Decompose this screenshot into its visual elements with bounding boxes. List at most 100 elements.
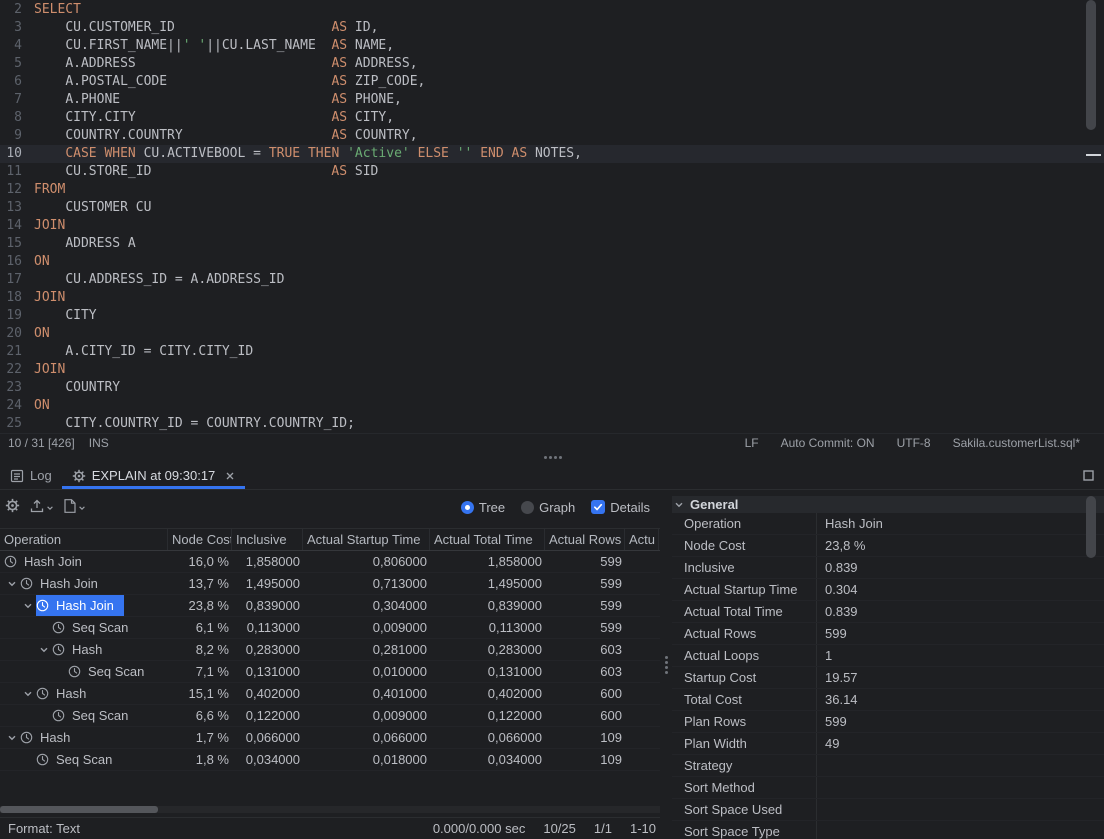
property-row[interactable]: Startup Cost19.57: [672, 667, 1104, 689]
chevron-down-icon[interactable]: [20, 689, 36, 699]
property-row[interactable]: Actual Startup Time0.304: [672, 579, 1104, 601]
property-row[interactable]: Inclusive0.839: [672, 557, 1104, 579]
line-ending[interactable]: LF: [745, 436, 759, 450]
plan-row[interactable]: Hash8,2 %0,2830000,2810000,283000603: [0, 639, 660, 661]
property-value: Hash Join: [816, 513, 1104, 534]
plan-row[interactable]: Hash Join13,7 %1,4950000,7130001,4950005…: [0, 573, 660, 595]
panel-splitter-horizontal[interactable]: [0, 452, 1104, 462]
tab-explain[interactable]: EXPLAIN at 09:30:17: [62, 462, 246, 489]
plan-row[interactable]: Seq Scan6,6 %0,1220000,0090000,122000600: [0, 705, 660, 727]
code-line[interactable]: 9 COUNTRY.COUNTRY AS COUNTRY,: [0, 127, 1104, 145]
editor-scrollbar-thumb[interactable]: [1086, 0, 1096, 130]
column-header[interactable]: Actual Total Time: [430, 529, 545, 550]
close-icon[interactable]: [225, 471, 235, 481]
property-row[interactable]: Sort Space Type: [672, 821, 1104, 839]
code-line[interactable]: 8 CITY.CITY AS CITY,: [0, 109, 1104, 127]
plan-cell: 0,010000: [303, 664, 430, 679]
code-line[interactable]: 4 CU.FIRST_NAME||' '||CU.LAST_NAME AS NA…: [0, 37, 1104, 55]
column-header[interactable]: Actu: [625, 529, 659, 550]
code-line[interactable]: 14JOIN: [0, 217, 1104, 235]
code-line[interactable]: 22JOIN: [0, 361, 1104, 379]
column-header[interactable]: Actual Startup Time: [303, 529, 430, 550]
chevron-down-icon[interactable]: [4, 733, 20, 743]
fetch-count: 10/25: [543, 821, 576, 836]
panel-splitter-vertical[interactable]: [660, 490, 672, 839]
column-header[interactable]: Operation: [0, 529, 168, 550]
code-line[interactable]: 12FROM: [0, 181, 1104, 199]
property-row[interactable]: Node Cost23,8 %: [672, 535, 1104, 557]
property-row[interactable]: Actual Total Time0.839: [672, 601, 1104, 623]
chevron-down-icon[interactable]: [20, 601, 36, 611]
properties-scrollbar[interactable]: [1086, 496, 1096, 558]
tab-log[interactable]: Log: [0, 462, 62, 489]
save-plan-button[interactable]: [64, 499, 86, 516]
chevron-down-icon[interactable]: [36, 645, 52, 655]
plan-hscrollbar-thumb[interactable]: [0, 806, 158, 813]
plan-cell: 0,401000: [303, 686, 430, 701]
property-value: [816, 777, 1104, 798]
plan-cell: 7,1 %: [168, 664, 232, 679]
code-line[interactable]: 20ON: [0, 325, 1104, 343]
property-row[interactable]: Sort Space Used: [672, 799, 1104, 821]
properties-section-header[interactable]: General: [672, 496, 1104, 513]
properties-scrollbar-thumb[interactable]: [1086, 496, 1096, 558]
maximize-panel-icon[interactable]: [1083, 462, 1094, 489]
plan-row[interactable]: Seq Scan6,1 %0,1130000,0090000,113000599: [0, 617, 660, 639]
code-line[interactable]: 16ON: [0, 253, 1104, 271]
chevron-down-icon[interactable]: [4, 579, 20, 589]
line-number: 22: [0, 361, 34, 379]
code-line[interactable]: 25 CITY.COUNTRY_ID = COUNTRY.COUNTRY_ID;: [0, 415, 1104, 433]
code-line[interactable]: 15 ADDRESS A: [0, 235, 1104, 253]
code-line[interactable]: 21 A.CITY_ID = CITY.CITY_ID: [0, 343, 1104, 361]
plan-cell: 0,402000: [232, 686, 303, 701]
column-header[interactable]: Inclusive: [232, 529, 303, 550]
property-row[interactable]: Actual Rows599: [672, 623, 1104, 645]
line-number: 21: [0, 343, 34, 361]
plan-row[interactable]: Hash Join23,8 %0,8390000,3040000,8390005…: [0, 595, 660, 617]
encoding[interactable]: UTF-8: [897, 436, 931, 450]
property-row[interactable]: Plan Width49: [672, 733, 1104, 755]
tree-view-radio[interactable]: Tree: [461, 500, 505, 515]
property-row[interactable]: Plan Rows599: [672, 711, 1104, 733]
code-line[interactable]: 23 COUNTRY: [0, 379, 1104, 397]
settings-button[interactable]: [5, 498, 20, 516]
column-header[interactable]: Actual Rows: [545, 529, 625, 550]
property-row[interactable]: Actual Loops1: [672, 645, 1104, 667]
graph-view-radio[interactable]: Graph: [521, 500, 575, 515]
details-checkbox[interactable]: Details: [591, 500, 650, 515]
auto-commit-status[interactable]: Auto Commit: ON: [781, 436, 875, 450]
code-line[interactable]: 19 CITY: [0, 307, 1104, 325]
plan-row[interactable]: Seq Scan1,8 %0,0340000,0180000,034000109: [0, 749, 660, 771]
chevron-down-icon: [46, 500, 54, 515]
plan-row[interactable]: Hash Join16,0 %1,8580000,8060001,8580005…: [0, 551, 660, 573]
plan-row[interactable]: Seq Scan7,1 %0,1310000,0100000,131000603: [0, 661, 660, 683]
plan-cell: 8,2 %: [168, 642, 232, 657]
code-line[interactable]: 2SELECT: [0, 1, 1104, 19]
plan-row[interactable]: Hash1,7 %0,0660000,0660000,066000109: [0, 727, 660, 749]
column-header[interactable]: Node Cost: [168, 529, 232, 550]
code-line[interactable]: 18JOIN: [0, 289, 1104, 307]
code-line[interactable]: 6 A.POSTAL_CODE AS ZIP_CODE,: [0, 73, 1104, 91]
property-row[interactable]: Strategy: [672, 755, 1104, 777]
code-line[interactable]: 11 CU.STORE_ID AS SID: [0, 163, 1104, 181]
code-line[interactable]: 10 CASE WHEN CU.ACTIVEBOOL = TRUE THEN '…: [0, 145, 1104, 163]
code-line[interactable]: 5 A.ADDRESS AS ADDRESS,: [0, 55, 1104, 73]
code-line[interactable]: 17 CU.ADDRESS_ID = A.ADDRESS_ID: [0, 271, 1104, 289]
code-line[interactable]: 13 CUSTOMER CU: [0, 199, 1104, 217]
insert-mode[interactable]: INS: [89, 436, 109, 450]
results-statusbar: Format: Text 0.000/0.000 sec 10/25 1/1 1…: [0, 817, 660, 839]
plan-cell: 6,6 %: [168, 708, 232, 723]
code-line[interactable]: 7 A.PHONE AS PHONE,: [0, 91, 1104, 109]
property-row[interactable]: OperationHash Join: [672, 513, 1104, 535]
plan-hscrollbar[interactable]: [0, 806, 660, 813]
plan-row[interactable]: Hash15,1 %0,4020000,4010000,402000600: [0, 683, 660, 705]
property-row[interactable]: Sort Method: [672, 777, 1104, 799]
sql-editor[interactable]: 2SELECT3 CU.CUSTOMER_ID AS ID,4 CU.FIRST…: [0, 0, 1104, 433]
editor-scrollbar[interactable]: [1086, 0, 1096, 433]
checkbox-checked-icon: [591, 500, 605, 514]
export-button[interactable]: [30, 499, 54, 516]
line-number: 19: [0, 307, 34, 325]
code-line[interactable]: 24ON: [0, 397, 1104, 415]
property-row[interactable]: Total Cost36.14: [672, 689, 1104, 711]
code-line[interactable]: 3 CU.CUSTOMER_ID AS ID,: [0, 19, 1104, 37]
